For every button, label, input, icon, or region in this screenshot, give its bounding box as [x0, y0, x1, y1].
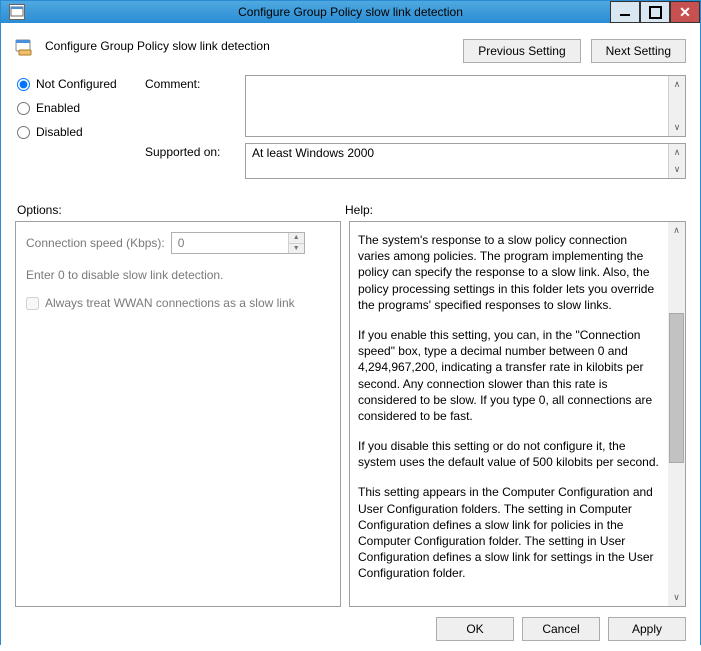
scroll-up-icon[interactable]: ∧ — [669, 76, 685, 93]
client-area: Configure Group Policy slow link detecti… — [1, 23, 700, 651]
help-para: If you disable this setting or do not co… — [358, 438, 660, 470]
options-panel: Connection speed (Kbps): ▲ ▼ Enter 0 to … — [15, 221, 341, 607]
connection-speed-spinner[interactable]: ▲ ▼ — [171, 232, 305, 254]
comment-field: ∧ ∨ — [245, 75, 686, 137]
setting-buttons: Previous Setting Next Setting — [463, 39, 686, 63]
help-label: Help: — [341, 203, 686, 217]
radio-not-configured-label: Not Configured — [36, 77, 117, 91]
previous-setting-button[interactable]: Previous Setting — [463, 39, 580, 63]
dialog-window: Configure Group Policy slow link detecti… — [0, 0, 701, 645]
next-setting-button[interactable]: Next Setting — [591, 39, 686, 63]
app-icon — [9, 4, 25, 20]
scroll-thumb[interactable] — [669, 313, 684, 463]
connection-speed-hint: Enter 0 to disable slow link detection. — [26, 268, 330, 282]
comment-label: Comment: — [145, 75, 245, 91]
panels: Connection speed (Kbps): ▲ ▼ Enter 0 to … — [15, 221, 686, 607]
policy-icon — [15, 37, 35, 57]
ok-button[interactable]: OK — [436, 617, 514, 641]
apply-button[interactable]: Apply — [608, 617, 686, 641]
help-para: The system's response to a slow policy c… — [358, 232, 660, 313]
radio-not-configured-input[interactable] — [17, 78, 30, 91]
radio-enabled-input[interactable] — [17, 102, 30, 115]
connection-speed-input[interactable] — [172, 233, 288, 253]
radio-enabled[interactable]: Enabled — [17, 101, 145, 115]
supported-scrollbar[interactable]: ∧ ∨ — [668, 144, 685, 178]
titlebar[interactable]: Configure Group Policy slow link detecti… — [1, 1, 700, 23]
footer-buttons: OK Cancel Apply — [15, 607, 686, 641]
minimize-button[interactable] — [610, 1, 640, 23]
scroll-down-icon[interactable]: ∨ — [669, 119, 685, 136]
header-row: Configure Group Policy slow link detecti… — [15, 37, 686, 63]
help-scrollbar[interactable]: ∧ ∨ — [668, 222, 685, 606]
comment-value[interactable] — [246, 76, 668, 136]
wwan-checkbox-row[interactable]: Always treat WWAN connections as a slow … — [26, 296, 330, 310]
supported-value: At least Windows 2000 — [246, 144, 668, 178]
supported-textbox: At least Windows 2000 ∧ ∨ — [245, 143, 686, 179]
policy-title: Configure Group Policy slow link detecti… — [45, 37, 453, 53]
scroll-up-icon[interactable]: ∧ — [669, 144, 685, 161]
radio-enabled-label: Enabled — [36, 101, 80, 115]
radio-disabled[interactable]: Disabled — [17, 125, 145, 139]
scroll-down-icon[interactable]: ∨ — [668, 589, 685, 606]
radio-disabled-label: Disabled — [36, 125, 83, 139]
connection-speed-label: Connection speed (Kbps): — [26, 236, 165, 250]
radio-disabled-input[interactable] — [17, 126, 30, 139]
close-button[interactable]: ✕ — [670, 1, 700, 23]
comment-scrollbar[interactable]: ∧ ∨ — [668, 76, 685, 136]
comment-textbox[interactable]: ∧ ∨ — [245, 75, 686, 137]
state-grid: Not Configured Enabled Disabled Comment:… — [15, 75, 686, 185]
section-labels: Options: Help: — [15, 203, 686, 217]
help-panel: The system's response to a slow policy c… — [349, 221, 686, 607]
state-radio-group: Not Configured Enabled Disabled — [15, 75, 145, 139]
scroll-track[interactable] — [668, 239, 685, 589]
options-label: Options: — [15, 203, 341, 217]
window-title: Configure Group Policy slow link detecti… — [1, 5, 700, 19]
spinner-buttons[interactable]: ▲ ▼ — [288, 233, 304, 253]
maximize-button[interactable] — [640, 1, 670, 23]
wwan-label: Always treat WWAN connections as a slow … — [45, 296, 295, 310]
supported-field: At least Windows 2000 ∧ ∨ — [245, 143, 686, 179]
cancel-button[interactable]: Cancel — [522, 617, 600, 641]
scroll-up-icon[interactable]: ∧ — [668, 222, 685, 239]
window-controls: ✕ — [610, 1, 700, 23]
radio-not-configured[interactable]: Not Configured — [17, 77, 145, 91]
spinner-up-icon[interactable]: ▲ — [289, 233, 304, 244]
help-para: This setting appears in the Computer Con… — [358, 484, 660, 581]
help-para: If you enable this setting, you can, in … — [358, 327, 660, 424]
supported-label: Supported on: — [145, 143, 245, 159]
spinner-down-icon[interactable]: ▼ — [289, 244, 304, 254]
wwan-checkbox[interactable] — [26, 297, 39, 310]
help-text: The system's response to a slow policy c… — [350, 222, 668, 606]
connection-speed-row: Connection speed (Kbps): ▲ ▼ — [26, 232, 330, 254]
scroll-down-icon[interactable]: ∨ — [669, 161, 685, 178]
